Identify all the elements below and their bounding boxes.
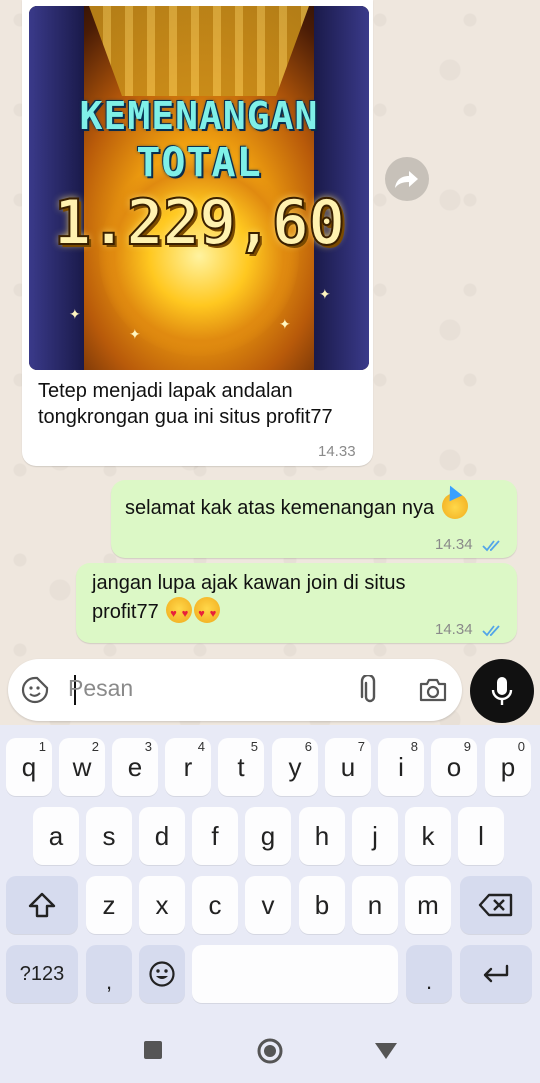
sparkle-icon: ✦ <box>129 326 141 342</box>
key-w[interactable]: w2 <box>59 738 105 796</box>
home-circle-icon <box>257 1038 283 1064</box>
shift-icon <box>28 892 56 918</box>
partying-face-emoji <box>441 482 468 519</box>
back-button[interactable] <box>373 1041 399 1061</box>
system-navigation-bar <box>0 1015 540 1083</box>
message-input[interactable]: Pesan <box>68 675 133 702</box>
enter-arrow-icon <box>483 964 509 983</box>
win-title-line2: TOTAL <box>136 140 262 186</box>
key-y[interactable]: y6 <box>272 738 318 796</box>
read-ticks-icon <box>482 625 500 637</box>
sticker-button[interactable] <box>20 675 50 705</box>
message-composer[interactable]: Pesan <box>8 659 462 721</box>
comma-key[interactable]: , <box>86 945 132 1003</box>
key-f[interactable]: f <box>192 807 238 865</box>
key-g[interactable]: g <box>245 807 291 865</box>
key-j[interactable]: j <box>352 807 398 865</box>
voice-record-button[interactable] <box>470 659 534 723</box>
key-e[interactable]: e3 <box>112 738 158 796</box>
home-button[interactable] <box>256 1037 284 1065</box>
key-b[interactable]: b <box>299 876 345 934</box>
heart-eyes-emoji <box>166 597 193 628</box>
win-screenshot-image[interactable]: ✦ ✦ ✦ ✦ KEMENANGAN TOTAL 1.229,60 <box>29 6 369 370</box>
key-m[interactable]: m <box>405 876 451 934</box>
camera-button[interactable] <box>416 675 450 705</box>
period-key[interactable]: . <box>406 945 452 1003</box>
emoji-icon <box>149 961 175 987</box>
paperclip-icon <box>360 675 376 703</box>
key-a[interactable]: a <box>33 807 79 865</box>
key-x[interactable]: x <box>139 876 185 934</box>
message-text: selamat kak atas kemenangan nya <box>125 482 468 522</box>
key-u[interactable]: u7 <box>325 738 371 796</box>
key-o[interactable]: o9 <box>431 738 477 796</box>
message-text: jangan lupa ajak kawan join di situs pro… <box>92 569 406 628</box>
message-time: 14.34 <box>435 621 473 638</box>
triangle-back-icon <box>375 1043 397 1059</box>
message-time: 14.34 <box>435 536 473 553</box>
read-ticks-icon <box>482 540 500 552</box>
mic-icon <box>491 677 513 705</box>
key-z[interactable]: z <box>86 876 132 934</box>
win-amount: 1.229,60 <box>53 185 347 260</box>
symbols-key[interactable]: ?123 <box>6 945 78 1003</box>
key-r[interactable]: r4 <box>165 738 211 796</box>
key-c[interactable]: c <box>192 876 238 934</box>
key-n[interactable]: n <box>352 876 398 934</box>
incoming-message-bubble[interactable]: ✦ ✦ ✦ ✦ KEMENANGAN TOTAL 1.229,60 Tetep … <box>22 0 373 466</box>
on-screen-keyboard: q1 w2 e3 r4 t5 y6 u7 i8 o9 p0 a s d f g … <box>0 725 540 1015</box>
backspace-icon <box>478 893 513 917</box>
message-text-line2: profit77 <box>92 601 159 623</box>
space-key[interactable] <box>192 945 398 1003</box>
sparkle-icon: ✦ <box>279 316 291 332</box>
message-text-line2-wrap: profit77 <box>92 597 406 628</box>
recents-button[interactable] <box>142 1039 164 1061</box>
key-i[interactable]: i8 <box>378 738 424 796</box>
camera-icon <box>419 678 447 702</box>
heart-eyes-emoji <box>194 597 221 628</box>
enter-key[interactable] <box>460 945 532 1003</box>
key-p[interactable]: p0 <box>485 738 531 796</box>
key-l[interactable]: l <box>458 807 504 865</box>
key-h[interactable]: h <box>299 807 345 865</box>
forward-button[interactable] <box>385 157 429 201</box>
key-v[interactable]: v <box>245 876 291 934</box>
key-s[interactable]: s <box>86 807 132 865</box>
win-title-line1: KEMENANGAN <box>79 94 319 138</box>
emoji-key[interactable] <box>139 945 185 1003</box>
key-d[interactable]: d <box>139 807 185 865</box>
key-t[interactable]: t5 <box>218 738 264 796</box>
square-recents-icon <box>144 1041 162 1059</box>
shift-key[interactable] <box>6 876 78 934</box>
attach-button[interactable] <box>356 675 384 705</box>
message-text-line1: jangan lupa ajak kawan join di situs <box>92 572 406 594</box>
message-time: 14.33 <box>318 443 356 460</box>
sticker-icon <box>21 676 49 704</box>
forward-icon <box>395 171 418 188</box>
backspace-key[interactable] <box>460 876 532 934</box>
message-caption: Tetep menjadi lapak andalan tongkrongan … <box>38 380 333 428</box>
chat-area[interactable]: ✦ ✦ ✦ ✦ KEMENANGAN TOTAL 1.229,60 Tetep … <box>0 0 540 725</box>
sparkle-icon: ✦ <box>69 306 81 322</box>
outgoing-message-bubble[interactable]: jangan lupa ajak kawan join di situs pro… <box>76 563 517 643</box>
key-q[interactable]: q1 <box>6 738 52 796</box>
outgoing-message-bubble[interactable]: selamat kak atas kemenangan nya 14.34 <box>111 480 517 558</box>
temple-decoration <box>89 6 309 96</box>
message-text-content: selamat kak atas kemenangan nya <box>125 497 435 519</box>
sparkle-icon: ✦ <box>319 286 331 302</box>
key-k[interactable]: k <box>405 807 451 865</box>
